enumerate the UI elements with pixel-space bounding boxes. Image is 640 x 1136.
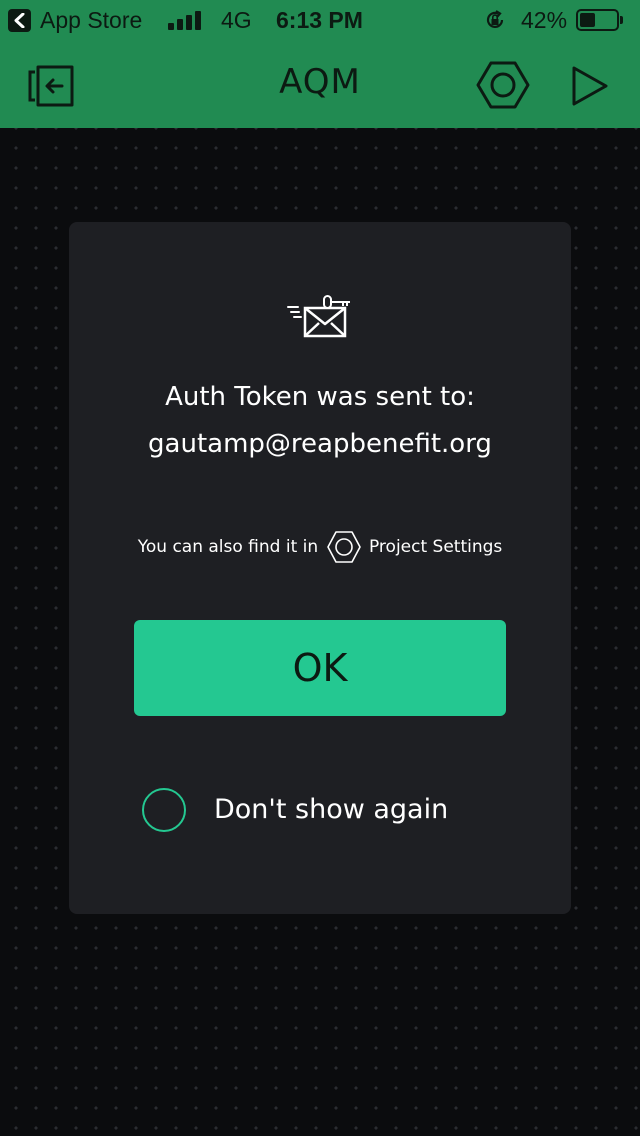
clock-time: 6:13 PM bbox=[276, 7, 363, 33]
dont-show-again-option[interactable]: Don't show again bbox=[142, 788, 482, 836]
battery-percent: 42% bbox=[521, 7, 568, 33]
battery-level bbox=[580, 13, 595, 27]
status-bar: App Store 4G 6:13 PM 42% bbox=[0, 0, 640, 40]
hexagon-settings-icon[interactable] bbox=[476, 60, 530, 110]
play-icon[interactable] bbox=[566, 64, 610, 108]
ok-button[interactable]: OK bbox=[134, 620, 506, 716]
signal-bars-icon bbox=[168, 10, 204, 30]
page-title: AQM bbox=[279, 62, 361, 102]
auth-token-dialog: Auth Token was sent to: gautamp@reapbene… bbox=[69, 222, 571, 914]
network-type: 4G bbox=[221, 7, 252, 33]
hint-suffix: Project Settings bbox=[368, 537, 503, 557]
back-to-app-label[interactable]: App Store bbox=[40, 7, 142, 34]
auth-token-message: Auth Token was sent to: bbox=[165, 382, 475, 412]
rotation-lock-icon bbox=[486, 10, 504, 29]
dont-show-again-radio[interactable] bbox=[142, 788, 186, 832]
battery-icon bbox=[576, 9, 619, 31]
back-arrow-icon[interactable] bbox=[8, 9, 31, 32]
hint-prefix: You can also find it in bbox=[137, 537, 319, 557]
envelope-key-icon bbox=[287, 295, 350, 338]
recipient-email: gautamp@reapbenefit.org bbox=[148, 429, 492, 459]
battery-cap bbox=[620, 16, 623, 24]
dont-show-again-label[interactable]: Don't show again bbox=[214, 794, 448, 825]
nav-bar: AQM bbox=[0, 40, 640, 128]
settings-hint: You can also find it in Project Settings bbox=[69, 530, 571, 564]
hexagon-settings-icon bbox=[326, 531, 361, 563]
